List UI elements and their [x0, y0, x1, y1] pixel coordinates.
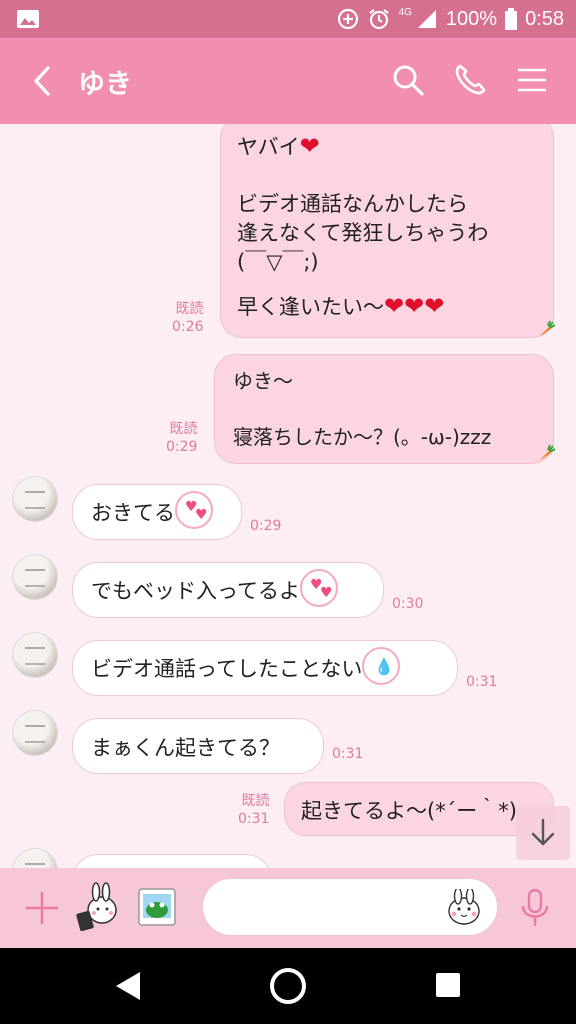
message-time: 0:30 — [392, 596, 424, 612]
message-text: ヤバイ — [237, 135, 300, 159]
read-receipt: 既読 — [175, 301, 204, 317]
message-text: ゆき〜 寝落ちしたか〜？(。-ω-)zzz — [233, 369, 492, 449]
read-receipt: 既読 — [241, 793, 270, 809]
message-bubble-sent[interactable]: ヤバイ❤ ビデオ通話なんかしたら 逢えなくて発狂しちゃうわ (￣▽￣;) 早く逢… — [220, 124, 554, 338]
scroll-down-icon — [531, 818, 555, 846]
message-text: ビデオ通話ってしたことない — [91, 657, 363, 681]
alarm-icon — [368, 9, 389, 30]
avatar[interactable] — [12, 554, 58, 600]
message-time: 0:26 — [172, 319, 204, 336]
message-time: 0:31 — [332, 746, 364, 762]
message-text: 起きてるよ〜(*´ー｀*) — [301, 799, 517, 823]
heart-eyes-emoji-icon: ♥ ♥ — [299, 569, 338, 607]
nav-recents-icon[interactable] — [436, 973, 460, 997]
message-input[interactable] — [202, 878, 498, 936]
nav-back-icon[interactable] — [112, 970, 144, 1002]
emoji-icon[interactable] — [445, 889, 483, 927]
avatar[interactable] — [12, 632, 58, 678]
message-text: おきてる — [91, 501, 175, 525]
message-meta: 既読 0:29 — [166, 420, 197, 456]
heart-emoji-icon: ❤ — [299, 132, 320, 160]
input-bar — [0, 868, 576, 948]
heart-emoji-icon: ❤❤❤ — [384, 292, 445, 320]
battery-percent: 100% — [445, 7, 498, 30]
avatar[interactable] — [12, 476, 58, 522]
message-text: でもベッド入ってるよ — [91, 579, 300, 603]
message-bubble-sent[interactable]: ゆき〜 寝落ちしたか〜？(。-ω-)zzz — [214, 354, 554, 464]
avatar[interactable] — [12, 710, 58, 756]
menu-icon[interactable] — [514, 62, 550, 98]
message-time: 0:31 — [238, 811, 270, 828]
message-bubble-received[interactable]: おきてる ♥ ♥ — [72, 484, 242, 540]
message-bubble-received[interactable] — [72, 854, 272, 868]
message-text: まぁくん起きてる？ — [91, 736, 280, 760]
network-type: 4G — [398, 6, 412, 18]
status-bar: 4G 100% 0:58 — [0, 0, 576, 38]
message-bubble-sent[interactable]: 起きてるよ〜(*´ー｀*) — [284, 782, 554, 836]
plus-icon[interactable] — [24, 890, 60, 926]
message-bubble-received[interactable]: ビデオ通話ってしたことない 💧 — [72, 640, 458, 696]
avatar[interactable] — [12, 848, 58, 868]
message-meta: 既読 0:31 — [238, 792, 269, 828]
nav-home-icon[interactable] — [270, 968, 306, 1004]
scroll-down-button[interactable] — [516, 806, 570, 860]
page-title: ゆき — [78, 69, 132, 100]
search-icon[interactable] — [390, 62, 426, 98]
carrot-icon — [539, 444, 556, 461]
sticker-icon[interactable] — [76, 882, 118, 932]
system-nav-bar — [0, 948, 576, 1024]
mic-icon[interactable] — [518, 888, 552, 928]
clock: 0:58 — [525, 7, 564, 30]
image-icon — [17, 10, 39, 28]
message-text: ビデオ通話なんかしたら 逢えなくて発狂しちゃうわ (￣▽￣;) — [237, 192, 489, 274]
message-bubble-received[interactable]: でもベッド入ってるよ ♥ ♥ — [72, 562, 384, 618]
back-icon[interactable] — [28, 64, 58, 98]
phone-icon[interactable] — [452, 62, 488, 98]
chat-header: ゆき — [0, 38, 576, 124]
chat-area[interactable]: 既読 0:26 ヤバイ❤ ビデオ通話なんかしたら 逢えなくて発狂しちゃうわ (￣… — [0, 124, 576, 868]
message-time: 0:31 — [466, 674, 498, 690]
sweat-emoji-icon: 💧 — [362, 647, 401, 685]
carrot-icon — [539, 320, 556, 337]
heart-eyes-emoji-icon: ♥ ♥ — [175, 491, 213, 529]
photo-icon[interactable] — [136, 886, 178, 928]
message-time: 0:29 — [166, 439, 198, 456]
read-receipt: 既読 — [169, 421, 198, 437]
message-bubble-received[interactable]: まぁくん起きてる？ — [72, 718, 324, 774]
add-circle-icon — [337, 8, 358, 30]
message-time: 0:29 — [250, 518, 282, 534]
battery-icon — [505, 8, 518, 30]
message-meta: 既読 0:26 — [172, 300, 203, 336]
message-text: 早く逢いたい〜 — [237, 295, 384, 319]
signal-icon — [417, 10, 436, 28]
